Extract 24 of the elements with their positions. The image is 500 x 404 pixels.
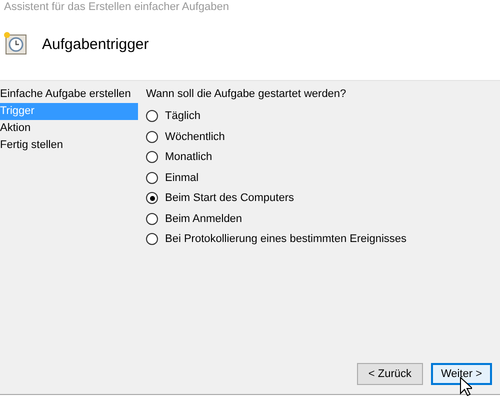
radio-button[interactable] [146, 212, 158, 225]
option-label[interactable]: Beim Anmelden [165, 212, 242, 225]
cursor-icon [460, 377, 472, 396]
sidebar-item[interactable]: Einfache Aufgabe erstellen [0, 86, 138, 103]
option-label[interactable]: Beim Start des Computers [165, 192, 294, 204]
next-button[interactable]: Weiter > [430, 363, 492, 385]
option-label[interactable]: Wöchentlich [165, 130, 225, 143]
radio-button[interactable] [146, 233, 158, 246]
option-label[interactable]: Einmal [165, 172, 199, 184]
radio-button[interactable] [146, 192, 158, 204]
option-label[interactable]: Bei Protokollierung eines bestimmten Ereignisses [165, 233, 407, 246]
option-label[interactable]: Monatlich [165, 151, 212, 164]
back-button[interactable]: < Zurück [356, 363, 423, 385]
sidebar-item[interactable]: Fertig stellen [0, 137, 138, 154]
radio-button[interactable] [146, 110, 158, 122]
page-title: Aufgabentrigger [42, 36, 149, 53]
clock-icon [4, 32, 28, 56]
question-label: Wann soll die Aufgabe gestartet werden? [146, 87, 348, 102]
radio-button[interactable] [146, 151, 158, 164]
radio-button[interactable] [146, 130, 158, 143]
option-label[interactable]: Täglich [165, 110, 200, 122]
radio-button[interactable] [146, 172, 158, 184]
window-title: Assistent für das Erstellen einfacher Aufgaben [4, 1, 230, 13]
sidebar-item[interactable]: Aktion [0, 120, 138, 137]
